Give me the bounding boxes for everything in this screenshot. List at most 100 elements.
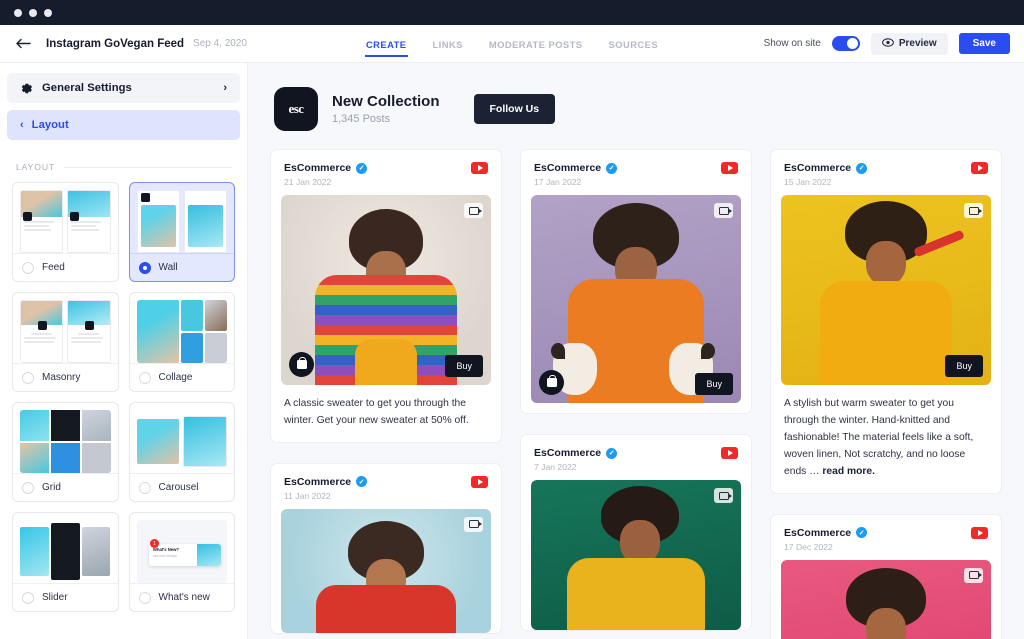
follow-us-button[interactable]: Follow Us [474, 94, 556, 124]
tab-links[interactable]: LINKS [432, 28, 464, 60]
layout-option-masonry[interactable]: Masonry [12, 292, 119, 392]
layout-thumb-whats-new: What's New? see new Design 1 [137, 520, 228, 583]
layout-thumb-slider [20, 520, 111, 583]
youtube-icon [471, 162, 488, 174]
chevron-left-icon: ‹ [20, 119, 24, 131]
tab-sources[interactable]: SOURCES [608, 28, 660, 60]
section-divider [64, 167, 232, 168]
post-caption-text: A stylish but warm sweater to get you th… [784, 398, 973, 477]
layout-option-whats-new[interactable]: What's New? see new Design 1 What's new [129, 512, 236, 612]
collection-post-count: 1,345 Posts [332, 113, 440, 125]
layout-option-carousel-label: Carousel [159, 482, 199, 493]
window-titlebar [0, 0, 1024, 25]
layout-option-slider[interactable]: Slider [12, 512, 119, 612]
video-indicator-icon [714, 488, 733, 503]
video-indicator-icon [714, 203, 733, 218]
preview-button[interactable]: Preview [871, 33, 948, 55]
app-body: General Settings › ‹ Layout LAYOUT [0, 63, 1024, 639]
post-media[interactable] [281, 509, 491, 633]
post-media[interactable] [531, 480, 741, 630]
layout-section-label: LAYOUT [16, 162, 55, 172]
layout-radio-grid[interactable] [22, 482, 34, 494]
post-media[interactable]: Buy [281, 195, 491, 385]
sidebar-item-general-settings-label: General Settings [42, 82, 132, 94]
video-indicator-icon [964, 568, 983, 583]
post-header: EsCommerce ✓ 17 Dec 2022 [781, 525, 991, 560]
buy-button[interactable]: Buy [445, 355, 483, 377]
post-card[interactable]: EsCommerce ✓ 15 Jan 2022 Buy [770, 149, 1002, 494]
youtube-icon [471, 476, 488, 488]
layout-radio-wall[interactable] [139, 262, 151, 274]
layout-option-slider-label: Slider [42, 592, 68, 603]
eye-icon [882, 38, 894, 50]
post-date: 17 Dec 2022 [784, 542, 867, 552]
buy-button[interactable]: Buy [695, 373, 733, 395]
layout-thumb-carousel [137, 410, 228, 473]
whats-new-badge: 1 [150, 539, 159, 548]
post-header: EsCommerce ✓ 7 Jan 2022 [531, 445, 741, 480]
layout-option-grid[interactable]: Grid [12, 402, 119, 502]
show-on-site-label: Show on site [764, 38, 821, 49]
window-dot-close[interactable] [14, 9, 22, 17]
post-header: EsCommerce ✓ 21 Jan 2022 [281, 160, 491, 195]
layout-thumb-grid [20, 410, 111, 473]
layout-radio-masonry[interactable] [22, 372, 34, 384]
layout-option-grid-label: Grid [42, 482, 61, 493]
wall-column-1: EsCommerce ✓ 21 Jan 2022 [270, 149, 502, 639]
layout-radio-carousel[interactable] [139, 482, 151, 494]
layout-option-collage[interactable]: Collage [129, 292, 236, 392]
layout-option-feed[interactable]: Feed [12, 182, 119, 282]
window-dot-minimize[interactable] [29, 9, 37, 17]
show-on-site-toggle[interactable] [832, 36, 860, 51]
buy-button[interactable]: Buy [945, 355, 983, 377]
post-header: EsCommerce ✓ 17 Jan 2022 [531, 160, 741, 195]
avatar: esc [274, 87, 318, 131]
arrow-left-icon[interactable] [14, 35, 32, 53]
tab-moderate-posts[interactable]: MODERATE POSTS [488, 28, 584, 60]
post-header: EsCommerce ✓ 15 Jan 2022 [781, 160, 991, 195]
feed-date: Sep 4, 2020 [193, 38, 247, 49]
post-author-name: EsCommerce [284, 476, 351, 488]
chevron-right-icon: › [223, 82, 227, 94]
youtube-icon [721, 162, 738, 174]
layout-option-wall[interactable]: Wall [129, 182, 236, 282]
topbar-actions: Show on site Preview Save [764, 33, 1010, 55]
post-author: EsCommerce ✓ [284, 162, 367, 174]
post-header: EsCommerce ✓ 11 Jan 2022 [281, 474, 491, 509]
post-author-name: EsCommerce [284, 162, 351, 174]
verified-badge-icon: ✓ [356, 163, 367, 174]
layout-option-masonry-label: Masonry [42, 372, 80, 383]
layout-radio-collage[interactable] [139, 372, 151, 384]
post-media[interactable]: Buy [531, 195, 741, 403]
post-date: 7 Jan 2022 [534, 462, 617, 472]
window-dot-maximize[interactable] [44, 9, 52, 17]
save-button[interactable]: Save [959, 33, 1010, 54]
shopping-bag-icon[interactable] [289, 352, 314, 377]
post-card[interactable]: EsCommerce ✓ 11 Jan 2022 [270, 463, 502, 634]
layout-option-carousel[interactable]: Carousel [129, 402, 236, 502]
post-card[interactable]: EsCommerce ✓ 7 Jan 2022 [520, 434, 752, 631]
post-author-name: EsCommerce [534, 447, 601, 459]
youtube-icon [971, 527, 988, 539]
layout-radio-whats-new[interactable] [139, 592, 151, 604]
post-card[interactable]: EsCommerce ✓ 21 Jan 2022 [270, 149, 502, 443]
post-card[interactable]: EsCommerce ✓ 17 Dec 2022 [770, 514, 1002, 639]
layout-section-header: LAYOUT [16, 162, 232, 172]
tab-create[interactable]: CREATE [365, 28, 408, 60]
post-author-name: EsCommerce [534, 162, 601, 174]
shopping-bag-icon[interactable] [539, 370, 564, 395]
post-card[interactable]: EsCommerce ✓ 17 Jan 2022 [520, 149, 752, 414]
whats-new-thumb-subtitle: see new Design [153, 554, 193, 558]
layout-radio-slider[interactable] [22, 592, 34, 604]
post-media[interactable]: Buy [781, 195, 991, 385]
layout-radio-feed[interactable] [22, 262, 34, 274]
post-date: 11 Jan 2022 [284, 491, 367, 501]
post-date: 17 Jan 2022 [534, 177, 617, 187]
verified-badge-icon: ✓ [606, 163, 617, 174]
read-more-link[interactable]: read more. [822, 466, 875, 477]
post-author: EsCommerce ✓ [534, 162, 617, 174]
sidebar-item-general-settings[interactable]: General Settings › [7, 73, 240, 103]
post-date: 15 Jan 2022 [784, 177, 867, 187]
post-media[interactable] [781, 560, 991, 639]
sidebar-item-layout[interactable]: ‹ Layout [7, 110, 240, 140]
